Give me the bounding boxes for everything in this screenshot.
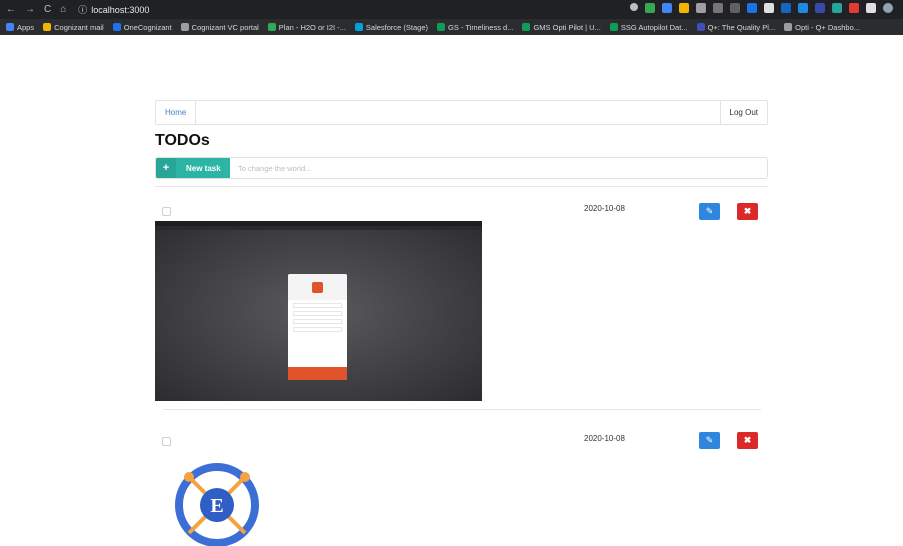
extension-icon[interactable]: [713, 3, 723, 13]
screenshot-field: [293, 303, 342, 308]
bookmark-icon: [6, 23, 14, 31]
bookmark-item[interactable]: Apps: [6, 23, 34, 32]
home-icon[interactable]: ⌂: [60, 4, 66, 15]
url-text: localhost:3000: [91, 4, 150, 15]
bookmark-item[interactable]: Salesforce (Stage): [354, 22, 429, 32]
reload-icon[interactable]: C: [44, 4, 51, 15]
bookmark-label: OneCognizant: [123, 22, 172, 32]
extension-icon[interactable]: [662, 3, 672, 13]
bookmark-label: GS - Timeliness d...: [448, 22, 514, 32]
navbar: Home Log Out: [155, 100, 768, 125]
bookmark-label: Cognizant VC portal: [191, 22, 259, 32]
edit-button[interactable]: ✎: [699, 432, 720, 449]
extension-icon[interactable]: [730, 3, 740, 13]
bookmarks-bar: Apps Cognizant mail OneCognizant Cognizant …: [0, 19, 903, 35]
extension-icon[interactable]: [747, 3, 757, 13]
bookmark-label: SSG Autopilot Dat...: [620, 22, 688, 32]
bookmark-item[interactable]: GS - Timeliness d...: [437, 23, 513, 32]
bookmark-label: Apps: [17, 22, 35, 32]
bookmark-item[interactable]: Cognizant mail: [43, 23, 104, 32]
info-icon: ⓘ: [78, 5, 88, 15]
todo-checkbox[interactable]: [162, 437, 171, 446]
screenshot-signup-card: [288, 274, 347, 380]
screenshot-field: [293, 327, 342, 332]
new-task-label: New task: [186, 163, 221, 173]
close-icon: ✖: [743, 206, 752, 216]
star-icon[interactable]: [630, 3, 638, 11]
pencil-icon: ✎: [705, 206, 714, 216]
page-title: TODOs: [155, 132, 210, 149]
todo-date: 2020-10-08: [584, 434, 625, 443]
screenshot-logo-icon: [312, 281, 323, 293]
bookmark-item[interactable]: GMS Opti Pilot | U...: [522, 22, 601, 32]
plus-icon: +: [156, 158, 176, 178]
extension-icon[interactable]: [764, 3, 774, 13]
extension-icon[interactable]: [696, 3, 706, 13]
bookmark-label: Q+: The Quality Pl...: [707, 22, 776, 32]
bookmark-label: Salesforce (Stage): [365, 22, 429, 32]
extension-icon[interactable]: [832, 3, 842, 13]
bookmark-icon: [522, 23, 531, 31]
divider: [163, 409, 761, 410]
bookmark-item[interactable]: SSG Autopilot Dat...: [609, 22, 688, 32]
extension-icon[interactable]: [815, 3, 825, 13]
address-bar[interactable]: ⓘ localhost:3000: [78, 3, 149, 16]
bookmark-label: Opti - Q+ Dashbo...: [795, 22, 860, 32]
bookmark-item[interactable]: OneCognizant: [112, 22, 172, 32]
bookmark-label: GMS Opti Pilot | U...: [533, 22, 601, 32]
browser-toolbar: ← → C ⌂ ⓘ localhost:3000: [0, 0, 903, 19]
bookmark-icon: [43, 23, 52, 31]
bookmark-label: Cognizant mail: [54, 22, 104, 32]
bookmark-icon: [784, 23, 793, 31]
extension-icon[interactable]: [781, 3, 791, 13]
screenshot-bookmarks-bar: [155, 226, 482, 230]
pencil-icon: ✎: [705, 435, 714, 445]
back-icon[interactable]: ←: [6, 4, 16, 15]
bookmark-item[interactable]: Q+: The Quality Pl...: [696, 22, 776, 32]
bookmark-item[interactable]: Cognizant VC portal: [180, 22, 259, 32]
new-task-form: + New task: [155, 157, 768, 179]
edit-button[interactable]: ✎: [699, 203, 720, 220]
nav-home-link[interactable]: Home: [156, 101, 197, 124]
divider: [155, 186, 768, 187]
bookmark-icon: [180, 23, 189, 31]
bookmark-item[interactable]: Opti - Q+ Dashbo...: [784, 23, 860, 32]
todo-image: E: [175, 459, 259, 546]
avatar[interactable]: [883, 3, 893, 13]
bookmark-item[interactable]: Plan - H2O or I2I -...: [267, 22, 346, 32]
todo-image: [155, 221, 482, 401]
close-icon: ✖: [743, 435, 752, 445]
bookmark-icon: [609, 23, 618, 31]
todo-date: 2020-10-08: [584, 204, 625, 213]
bookmark-icon: [437, 23, 446, 31]
logout-link[interactable]: Log Out: [719, 101, 767, 124]
bookmark-icon: [696, 23, 705, 31]
bookmark-label: Plan - H2O or I2I -...: [278, 22, 346, 32]
svg-text:E: E: [210, 495, 223, 517]
extension-icon[interactable]: [849, 3, 859, 13]
bookmark-icon: [267, 23, 276, 31]
screenshot-submit-bar: [288, 367, 347, 380]
extension-icon[interactable]: [645, 3, 655, 13]
bookmark-icon: [354, 23, 363, 31]
new-task-button[interactable]: + New task: [156, 158, 230, 178]
extension-icon[interactable]: [679, 3, 689, 13]
e-logo-icon: E: [175, 463, 259, 546]
extension-icon[interactable]: [798, 3, 808, 13]
delete-button[interactable]: ✖: [737, 203, 758, 220]
puzzle-icon[interactable]: [866, 3, 876, 13]
extensions-area: [630, 3, 893, 13]
delete-button[interactable]: ✖: [737, 432, 758, 449]
screenshot-field: [293, 319, 342, 324]
bookmark-icon: [112, 23, 121, 31]
forward-icon[interactable]: →: [25, 4, 35, 15]
todo-checkbox[interactable]: [162, 207, 171, 216]
new-task-input[interactable]: [230, 158, 767, 178]
screenshot-field: [293, 311, 342, 316]
